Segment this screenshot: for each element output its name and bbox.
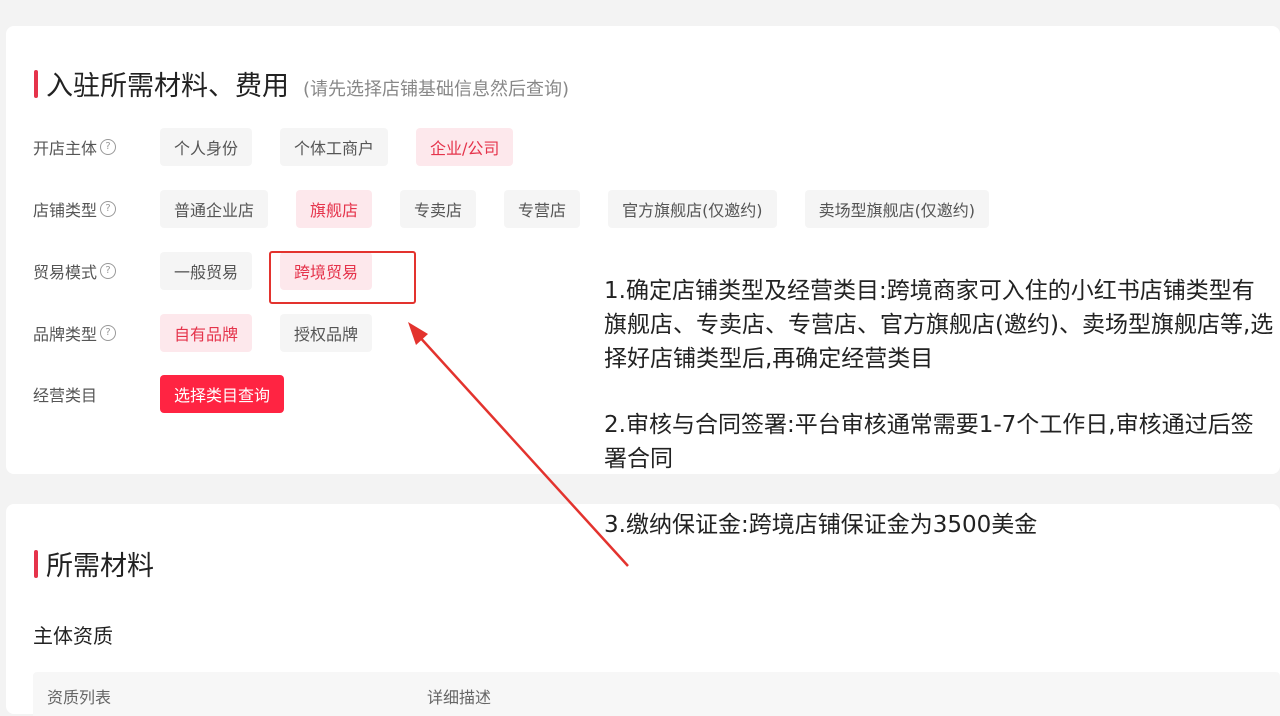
section-title-text: 所需材料 <box>46 551 154 582</box>
help-icon[interactable]: ? <box>100 201 117 217</box>
help-icon[interactable]: ? <box>100 325 117 341</box>
option-individual-business[interactable]: 个体工商户 <box>280 128 389 166</box>
option-own-brand[interactable]: 自有品牌 <box>160 314 253 352</box>
annotation-step-1: 1.确定店铺类型及经营类目:跨境商家可入住的小红书店铺类型有旗舰店、专卖店、专营… <box>604 278 1274 372</box>
option-exclusive-store[interactable]: 专卖店 <box>400 190 477 228</box>
title-accent-bar <box>34 549 38 578</box>
table-header: 资质列表 详细描述 <box>33 672 1280 716</box>
title-accent-bar <box>34 69 38 98</box>
option-licensed-brand[interactable]: 授权品牌 <box>280 314 373 352</box>
option-personal[interactable]: 个人身份 <box>160 128 253 166</box>
option-company[interactable]: 企业/公司 <box>416 128 514 166</box>
section-title: 入驻所需材料、费用 (请先选择店铺基础信息然后查询) <box>34 64 569 103</box>
section-title-hint: (请先选择店铺基础信息然后查询) <box>303 79 570 100</box>
row-label-entity: 开店主体 <box>33 139 98 158</box>
row-category: 经营类目 选择类目查询 <box>33 374 312 414</box>
row-store-type: 店铺类型 ? 普通企业店 旗舰店 专卖店 专营店 官方旗舰店(仅邀约) 卖场型旗… <box>33 189 1017 229</box>
annotation-text: 1.确定店铺类型及经营类目:跨境商家可入住的小红书店铺类型有旗舰店、专卖店、专营… <box>604 274 1276 574</box>
row-entity: 开店主体 ? 个人身份 个体工商户 企业/公司 <box>33 127 541 167</box>
column-header-list: 资质列表 <box>47 688 112 707</box>
row-label-category: 经营类目 <box>33 386 98 405</box>
annotation-step-2: 2.审核与合同签署:平台审核通常需要1-7个工作日,审核通过后签署合同 <box>604 412 1254 472</box>
option-regular-store[interactable]: 普通企业店 <box>160 190 269 228</box>
row-label-brand-type: 品牌类型 <box>33 325 98 344</box>
annotation-highlight-box <box>269 251 416 304</box>
select-category-button[interactable]: 选择类目查询 <box>160 375 285 413</box>
help-icon[interactable]: ? <box>100 139 117 155</box>
row-brand-type: 品牌类型 ? 自有品牌 授权品牌 <box>33 313 400 353</box>
option-flagship-store[interactable]: 旗舰店 <box>296 190 373 228</box>
option-general-trade[interactable]: 一般贸易 <box>160 252 253 290</box>
column-header-description: 详细描述 <box>427 688 492 707</box>
subsection-title: 主体资质 <box>33 624 113 648</box>
section-title-text: 入驻所需材料、费用 <box>46 71 289 102</box>
annotation-step-3: 3.缴纳保证金:跨境店铺保证金为3500美金 <box>604 512 1038 538</box>
row-label-store-type: 店铺类型 <box>33 201 98 220</box>
option-official-flagship[interactable]: 官方旗舰店(仅邀约) <box>608 190 777 228</box>
option-mall-flagship[interactable]: 卖场型旗舰店(仅邀约) <box>804 190 990 228</box>
help-icon[interactable]: ? <box>100 263 117 279</box>
section-title: 所需材料 <box>34 544 154 583</box>
option-specialty-store[interactable]: 专营店 <box>504 190 581 228</box>
row-label-trade-mode: 贸易模式 <box>33 263 98 282</box>
